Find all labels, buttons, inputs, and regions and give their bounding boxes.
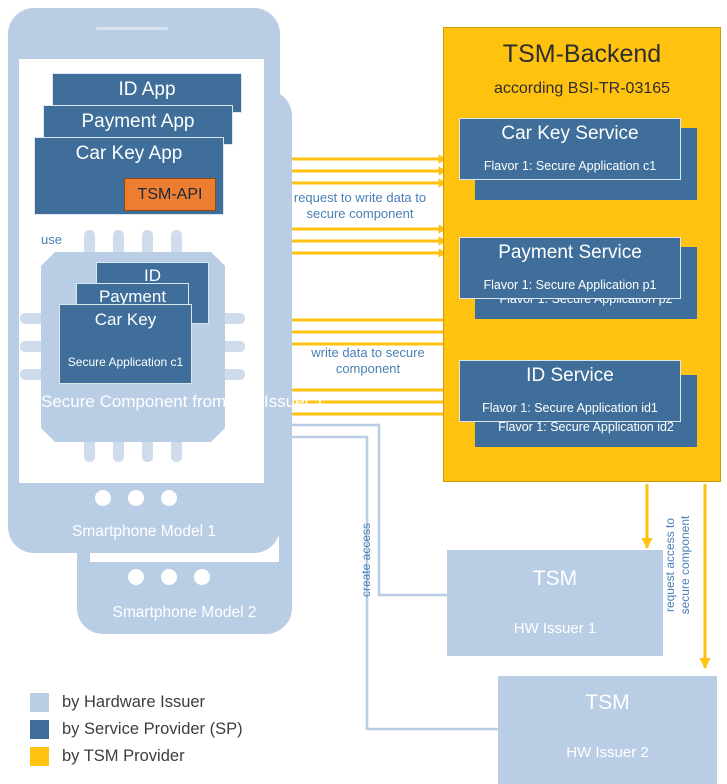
tsm-backend-title: TSM-Backend [502, 40, 662, 68]
smartphone-model-1-label: Smartphone Model 1 [72, 523, 216, 540]
service-id-title: ID Service [526, 365, 614, 386]
service-car-key-title: Car Key Service [501, 123, 639, 144]
legend-label-hardware-issuer: by Hardware Issuer [62, 693, 206, 711]
smartphone-model-2-label: Smartphone Model 2 [112, 604, 257, 621]
app-car-key-label: Car Key App [75, 143, 183, 164]
use-edge-label: use [41, 232, 62, 247]
edge-label-request-access: request access to secure component [663, 515, 692, 615]
app-id-label: ID App [118, 79, 176, 100]
secure-component-label: Secure Component from HW Issuer 1 [41, 392, 325, 411]
edge-label-write-data: write data to secure component [311, 345, 425, 376]
legend-row-service-provider: by Service Provider (SP) [30, 716, 243, 743]
legend-label-service-provider: by Service Provider (SP) [62, 720, 243, 738]
edge-label-request-write: request to write data to secure componen… [293, 190, 427, 221]
tsm-api-box[interactable]: TSM-API [124, 178, 216, 211]
home-dots-1 [95, 490, 177, 506]
home-dots-2 [128, 569, 210, 585]
service-car-key-flavor-1: Flavor 1: Secure Application c1 [483, 159, 657, 173]
speaker-slot-icon [96, 27, 168, 30]
service-payment-flavor-1: Flavor 1: Secure Application p1 [483, 278, 657, 292]
service-payment-title: Payment Service [498, 242, 642, 263]
edge-label-create-access: create access [359, 522, 373, 598]
legend-row-tsm-provider: by TSM Provider [30, 743, 243, 770]
applet-car-key-sub: Secure Application c1 [67, 355, 184, 369]
tsm-hw-issuer-1-box[interactable] [447, 550, 663, 656]
legend: by Hardware Issuer by Service Provider (… [30, 689, 243, 770]
service-id-flavor-1: Flavor 1: Secure Application id1 [482, 401, 658, 415]
tsm-backend-subtitle: according BSI-TR-03165 [493, 80, 671, 97]
legend-swatch-tsm-provider [30, 747, 49, 766]
legend-swatch-hardware-issuer [30, 693, 49, 712]
tsm-hw-issuer-2-title: TSM [585, 691, 630, 714]
legend-label-tsm-provider: by TSM Provider [62, 747, 185, 765]
legend-row-hardware-issuer: by Hardware Issuer [30, 689, 243, 716]
service-id-flavor-2: Flavor 1: Secure Application id2 [498, 420, 674, 434]
applet-car-key-label: Car Key [94, 310, 157, 329]
tsm-hw-issuer-1-sub: HW Issuer 1 [513, 620, 597, 637]
request-write-arrows-2 [284, 224, 448, 258]
diagram-canvas: Smartphone Model 2 Smartphone Model 1 Se… [0, 0, 727, 784]
tsm-hw-issuer-1-title: TSM [532, 567, 578, 590]
app-payment-label: Payment App [81, 111, 195, 132]
tsm-hw-issuer-2-sub: HW Issuer 2 [566, 744, 649, 761]
legend-swatch-service-provider [30, 720, 49, 739]
